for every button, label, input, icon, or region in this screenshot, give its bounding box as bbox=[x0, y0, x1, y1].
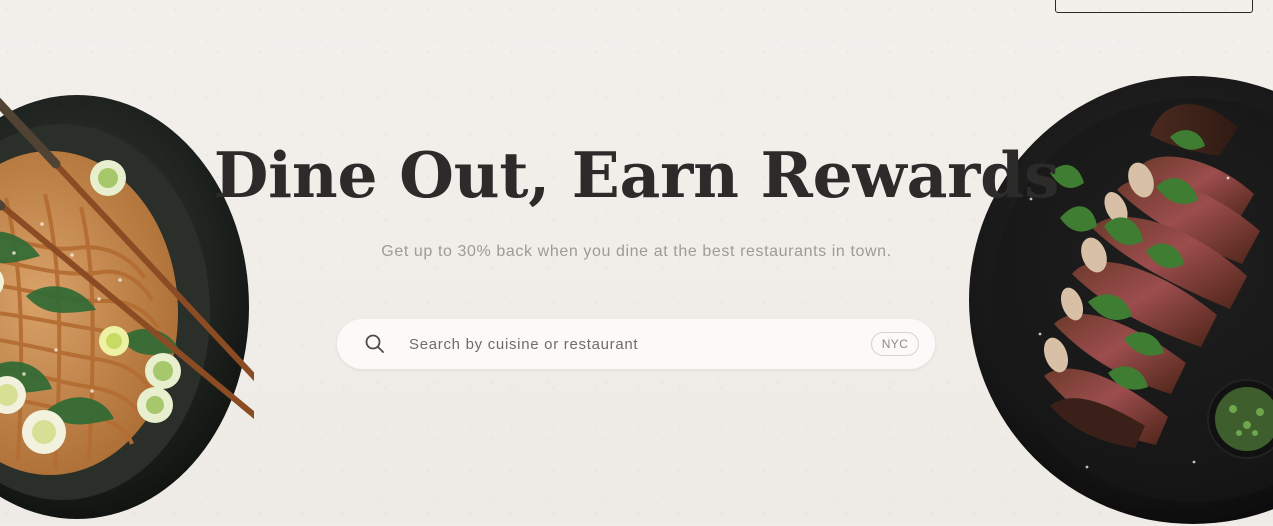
city-selector[interactable]: NYC bbox=[871, 332, 919, 356]
top-right-button[interactable] bbox=[1055, 0, 1253, 13]
search-input[interactable] bbox=[407, 334, 859, 354]
city-selector-label: NYC bbox=[881, 337, 909, 351]
page-title: Dine Out, Earn Rewards bbox=[213, 138, 1060, 212]
search-bar[interactable]: NYC bbox=[337, 319, 935, 369]
search-icon bbox=[365, 334, 384, 353]
page-subtitle: Get up to 30% back when you dine at the … bbox=[381, 243, 892, 260]
